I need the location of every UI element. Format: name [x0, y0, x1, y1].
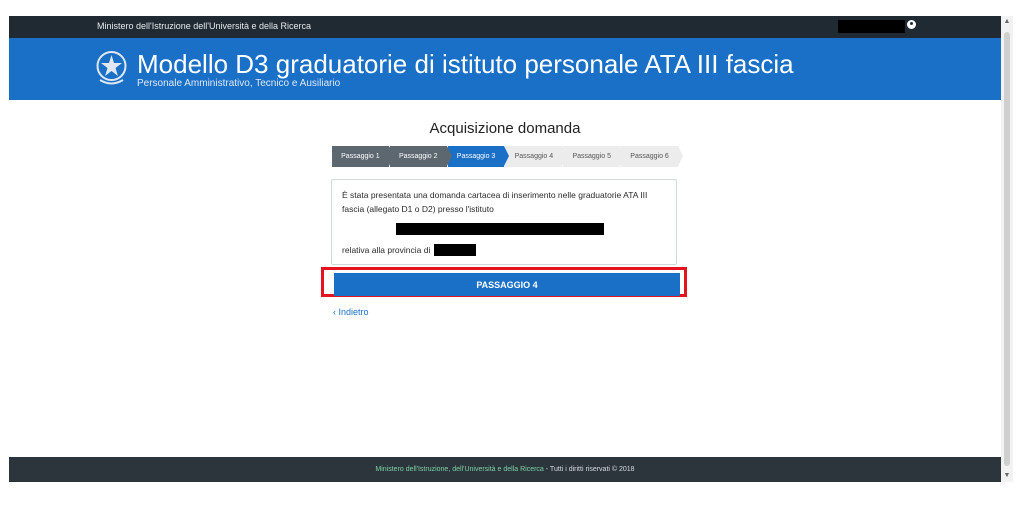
- page-footer: Ministero dell'Istruzione, dell'Universi…: [9, 457, 1001, 482]
- next-step-button[interactable]: PASSAGGIO 4: [334, 273, 680, 296]
- step-1: Passaggio 1: [332, 146, 394, 167]
- vertical-scrollbar[interactable]: ▲ ▼: [1001, 16, 1013, 482]
- info-panel: È stata presentata una domanda cartacea …: [331, 179, 677, 265]
- step-5: Passaggio 5: [563, 146, 625, 167]
- province-label: relativa alla provincia di: [342, 245, 431, 255]
- ministry-label: Ministero dell'Istruzione dell'Universit…: [97, 21, 312, 31]
- step-2: Passaggio 2: [389, 146, 452, 167]
- redacted-username: [838, 20, 905, 33]
- wizard-stepper: Passaggio 1 Passaggio 2 Passaggio 3 Pass…: [332, 146, 683, 167]
- scrollbar-thumb[interactable]: [1004, 32, 1010, 466]
- user-icon[interactable]: [907, 20, 916, 29]
- back-link-label: Indietro: [338, 307, 369, 317]
- chevron-left-icon: ‹: [333, 307, 336, 317]
- top-bar: Ministero dell'Istruzione dell'Universit…: [9, 16, 1001, 38]
- redacted-province: [434, 244, 476, 256]
- page-subtitle: Personale Amministrativo, Tecnico e Ausi…: [137, 78, 341, 89]
- browser-viewport: Ministero dell'Istruzione dell'Universit…: [9, 16, 1001, 482]
- republic-emblem-icon: [96, 51, 127, 85]
- step-3: Passaggio 3: [447, 146, 510, 167]
- page-title: Modello D3 graduatorie di istituto perso…: [137, 49, 794, 79]
- scroll-up-icon[interactable]: ▲: [1001, 16, 1013, 28]
- info-text: È stata presentata una domanda cartacea …: [342, 190, 648, 214]
- page-header: Modello D3 graduatorie di istituto perso…: [9, 38, 1001, 100]
- step-6: Passaggio 6: [621, 146, 683, 167]
- scroll-down-icon[interactable]: ▼: [1001, 470, 1013, 482]
- redacted-school: [396, 223, 604, 235]
- footer-rights: - Tutti i diritti riservati © 2018: [543, 466, 635, 473]
- section-heading: Acquisizione domanda: [429, 120, 581, 137]
- footer-ministry-link[interactable]: Ministero dell'Istruzione, dell'Universi…: [375, 466, 543, 473]
- step-4: Passaggio 4: [505, 146, 568, 167]
- back-link[interactable]: ‹ Indietro: [333, 307, 369, 317]
